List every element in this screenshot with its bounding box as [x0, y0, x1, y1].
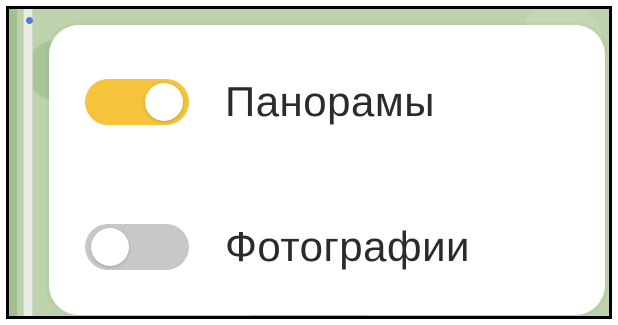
layer-row-panoramas[interactable]: Панорамы: [85, 72, 435, 132]
screenshot-frame: Панорамы Фотографии: [6, 6, 612, 319]
photos-label: Фотографии: [225, 223, 471, 270]
toggle-knob: [91, 228, 129, 266]
map-layers-panel: Панорамы Фотографии: [49, 25, 605, 315]
map-marker-icon: [26, 17, 33, 24]
panoramas-toggle[interactable]: [85, 79, 189, 125]
map-road: [23, 9, 33, 316]
toggle-knob: [145, 83, 183, 121]
layer-row-photos[interactable]: Фотографии: [85, 217, 470, 277]
photos-toggle[interactable]: [85, 224, 189, 270]
panoramas-label: Панорамы: [225, 78, 435, 125]
